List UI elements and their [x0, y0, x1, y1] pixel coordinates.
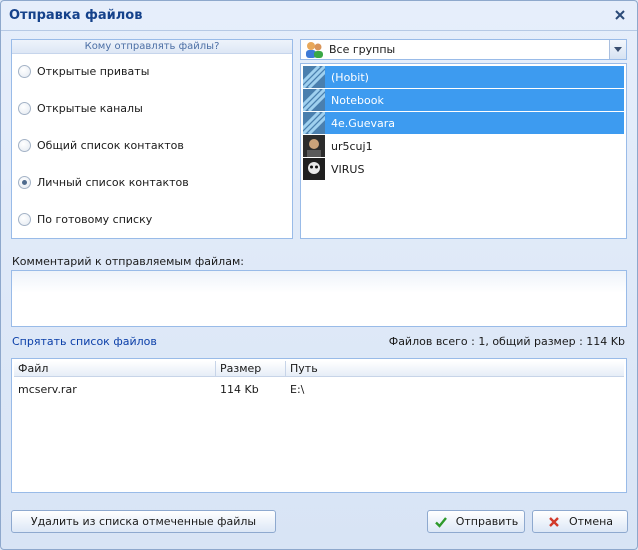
avatar [303, 112, 325, 134]
contact-name: Notebook [331, 93, 384, 107]
avatar [303, 135, 325, 157]
radio-button[interactable] [18, 64, 31, 78]
radio-open-channels[interactable]: Открытые каналы [18, 99, 143, 117]
files-summary: Файлов всего : 1, общий размер : 114 Kb [388, 335, 625, 348]
contact-name: 4e.Guevara [331, 116, 396, 130]
table-header: Файл Размер Путь [14, 361, 624, 377]
radio-common-contacts[interactable]: Общий список контактов [18, 136, 184, 154]
comment-label: Комментарий к отправляемым файлам: [12, 255, 244, 268]
column-header-path[interactable]: Путь [286, 361, 624, 377]
radio-button[interactable] [18, 101, 31, 115]
column-header-size[interactable]: Размер [216, 361, 286, 377]
radio-label: Открытые каналы [37, 101, 143, 115]
avatar [303, 66, 325, 88]
contact-item[interactable]: Notebook [303, 89, 624, 111]
contact-name: (Hobit) [331, 70, 369, 84]
avatar [303, 89, 325, 111]
radio-label: По готовому списку [37, 212, 153, 226]
radio-label: Личный список контактов [37, 175, 189, 189]
remove-selected-files-button[interactable]: Удалить из списка отмеченные файлы [11, 510, 276, 533]
files-table[interactable]: Файл Размер Путь mcserv.rar 114 Kb E:\ [11, 358, 627, 493]
checkmark-icon [434, 516, 447, 528]
group-select[interactable]: Все группы [300, 39, 627, 60]
contact-item[interactable]: ur5cuj1 [303, 135, 624, 157]
recipients-panel: Кому отправлять файлы? Открытые приваты … [11, 39, 293, 239]
radio-label: Открытые приваты [37, 64, 150, 78]
file-path-cell: E:\ [290, 383, 305, 396]
button-label: Отправить [455, 515, 519, 528]
contact-name: VIRUS [331, 162, 365, 176]
contact-name: ur5cuj1 [331, 139, 373, 153]
radio-button[interactable] [18, 212, 31, 226]
send-files-dialog: Отправка файлов Кому отправлять файлы? О… [0, 0, 638, 550]
window-title: Отправка файлов [9, 8, 143, 23]
radio-personal-contacts[interactable]: Личный список контактов [18, 173, 189, 191]
send-button[interactable]: Отправить [427, 510, 525, 533]
button-label: Отмена [568, 515, 614, 528]
recipients-header: Кому отправлять файлы? [12, 40, 292, 54]
file-size-cell: 114 Kb [220, 383, 259, 396]
radio-open-privates[interactable]: Открытые приваты [18, 62, 149, 80]
users-group-icon [306, 42, 323, 58]
cancel-button[interactable]: Отмена [532, 510, 628, 533]
chevron-down-icon[interactable] [609, 40, 626, 59]
radio-button-checked[interactable] [18, 175, 31, 189]
contact-item[interactable]: VIRUS [303, 158, 624, 180]
group-select-value: Все группы [329, 43, 396, 56]
title-bar: Отправка файлов [1, 1, 637, 31]
file-name-cell: mcserv.rar [18, 383, 77, 396]
close-icon[interactable] [613, 8, 627, 22]
hide-files-link[interactable]: Спрятать список файлов [12, 335, 157, 348]
radio-label: Общий список контактов [37, 138, 184, 152]
radio-button[interactable] [18, 138, 31, 152]
comment-input[interactable] [11, 270, 627, 327]
contact-item[interactable]: (Hobit) [303, 66, 624, 88]
column-header-file[interactable]: Файл [14, 361, 216, 377]
contacts-list[interactable]: (Hobit) Notebook 4e.Guevara ur5cuj1 VIRU… [300, 63, 627, 239]
contact-item[interactable]: 4e.Guevara [303, 112, 624, 134]
radio-ready-list[interactable]: По готовому списку [18, 210, 152, 228]
avatar [303, 158, 325, 180]
cross-icon [549, 516, 559, 527]
button-label: Удалить из списка отмеченные файлы [30, 515, 257, 528]
